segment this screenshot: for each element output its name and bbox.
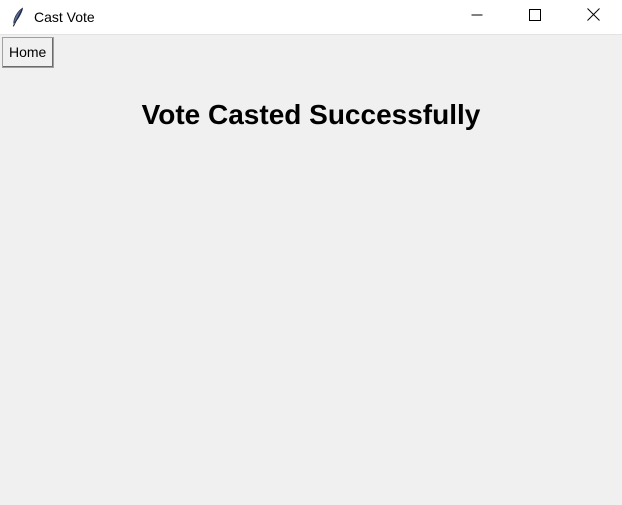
success-message: Vote Casted Successfully xyxy=(141,99,481,130)
title-bar[interactable]: Cast Vote xyxy=(0,0,622,35)
main-content: Home Vote Casted Successfully xyxy=(0,35,622,505)
feather-icon xyxy=(9,7,27,27)
maximize-icon xyxy=(529,8,541,26)
app-window: Cast Vote Home Vote Casted Successfully xyxy=(0,0,622,505)
close-icon xyxy=(586,8,600,26)
minimize-button[interactable] xyxy=(448,0,506,34)
close-button[interactable] xyxy=(564,0,622,34)
minimize-icon xyxy=(471,8,483,26)
maximize-button[interactable] xyxy=(506,0,564,34)
window-title: Cast Vote xyxy=(34,9,95,25)
home-button[interactable]: Home xyxy=(2,37,55,68)
